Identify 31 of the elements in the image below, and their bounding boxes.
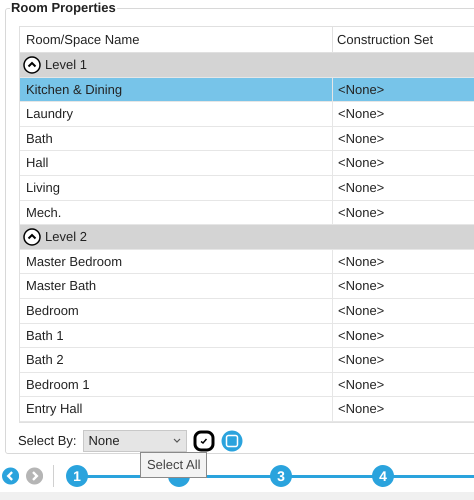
room-name: Entry Hall xyxy=(26,400,82,418)
construction-set: <None> xyxy=(338,277,384,296)
construction-set: <None> xyxy=(338,326,384,345)
room-name: Master Bath xyxy=(26,277,96,296)
construction-set: <None> xyxy=(338,376,384,394)
construction-set: <None> xyxy=(338,302,384,320)
tooltip: Select All xyxy=(140,452,208,478)
construction-set: <None> xyxy=(338,400,384,418)
construction-set: <None> xyxy=(338,130,384,148)
room-name: Bath 2 xyxy=(26,351,64,370)
construction-set: <None> xyxy=(338,252,384,271)
room-name: Bedroom xyxy=(26,302,79,320)
select-by-label: Select By: xyxy=(18,432,77,450)
construction-set: <None> xyxy=(338,154,384,172)
room-name: Kitchen & Dining xyxy=(26,80,122,99)
panel-title: Room Properties xyxy=(10,0,117,16)
room-name: Bath 1 xyxy=(26,326,64,345)
room-name: Bedroom 1 xyxy=(26,376,90,394)
construction-set: <None> xyxy=(338,351,384,370)
room-name: Master Bedroom xyxy=(26,252,122,271)
group-label: Level 1 xyxy=(45,56,87,74)
room-name: Living xyxy=(26,179,60,198)
construction-set: <None> xyxy=(338,80,384,99)
room-name: Laundry xyxy=(26,105,73,124)
group-label: Level 2 xyxy=(45,228,87,246)
construction-set: <None> xyxy=(338,179,384,198)
room-name: Hall xyxy=(26,154,48,172)
room-name: Bath xyxy=(26,130,53,148)
room-name: Mech. xyxy=(26,204,62,222)
construction-set: <None> xyxy=(338,204,384,222)
construction-set: <None> xyxy=(338,105,384,124)
